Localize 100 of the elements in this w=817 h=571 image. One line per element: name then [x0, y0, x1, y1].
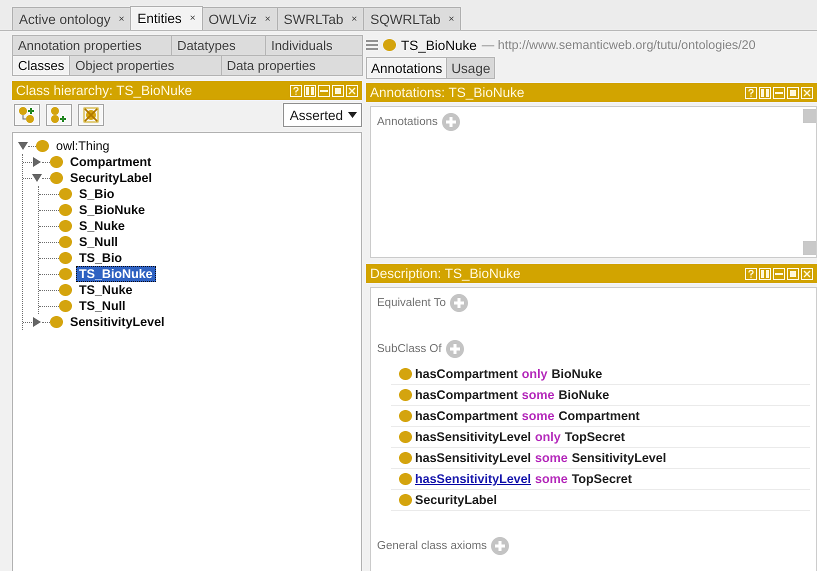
- property-link[interactable]: hasSensitivityLevel: [415, 472, 532, 486]
- class-name: TopSecret: [564, 430, 625, 444]
- add-button[interactable]: [450, 294, 468, 312]
- menu-icon[interactable]: [366, 40, 378, 50]
- add-button[interactable]: [442, 113, 460, 131]
- class-name: SensitivityLevel: [572, 451, 666, 465]
- class-name: SecurityLabel: [415, 493, 497, 507]
- help-icon[interactable]: [745, 268, 757, 280]
- tree-item[interactable]: S_Bio: [76, 186, 118, 202]
- section-label: SubClass Of: [377, 343, 442, 355]
- tab[interactable]: Usage: [446, 57, 496, 79]
- tree-item[interactable]: TS_Bio: [76, 250, 126, 266]
- tab[interactable]: SQWRLTab ×: [363, 7, 462, 30]
- class-icon: [50, 316, 63, 328]
- tab[interactable]: Annotations: [366, 57, 448, 79]
- tree-item[interactable]: TS_Nuke: [76, 282, 136, 298]
- add-button[interactable]: [446, 340, 464, 358]
- expanded-arrow-icon[interactable]: [32, 173, 42, 183]
- split-vertical-icon[interactable]: [759, 268, 771, 280]
- close-icon[interactable]: [346, 84, 358, 96]
- class-icon: [399, 494, 412, 506]
- tree-item[interactable]: S_BioNuke: [76, 202, 148, 218]
- property-name: hasSensitivityLevel: [415, 430, 532, 444]
- tab[interactable]: OWLViz ×: [202, 7, 278, 30]
- collapsed-arrow-icon[interactable]: [32, 317, 42, 327]
- split-horizontal-icon[interactable]: [318, 84, 330, 96]
- class-icon: [50, 172, 63, 184]
- class-name: Compartment: [558, 409, 640, 423]
- property-name: hasCompartment: [415, 388, 518, 402]
- tab[interactable]: Entities ×: [130, 6, 203, 30]
- class-icon: [59, 300, 72, 312]
- maximize-icon[interactable]: [787, 86, 799, 98]
- collapsed-arrow-icon[interactable]: [32, 157, 42, 167]
- class-icon: [59, 204, 72, 216]
- tab[interactable]: Classes: [12, 55, 70, 76]
- tab[interactable]: Annotation properties: [12, 35, 172, 56]
- tree-item[interactable]: SecurityLabel: [67, 170, 155, 186]
- tree-item[interactable]: S_Null: [76, 234, 121, 250]
- class-icon: [59, 284, 72, 296]
- delete-class-button[interactable]: [78, 104, 104, 126]
- tab[interactable]: Datatypes: [171, 35, 266, 56]
- view-mode-dropdown[interactable]: Asserted: [282, 103, 362, 127]
- tree-item[interactable]: Compartment: [67, 154, 154, 170]
- class-name: TopSecret: [572, 472, 632, 486]
- close-icon[interactable]: ×: [448, 14, 454, 24]
- class-icon: [59, 268, 72, 280]
- close-icon[interactable]: ×: [118, 14, 124, 24]
- maximize-icon[interactable]: [787, 268, 799, 280]
- add-button[interactable]: [490, 537, 509, 555]
- panel-title: Class hierarchy: TS_BioNuke: [16, 83, 194, 98]
- class-icon: [59, 236, 72, 248]
- tree-item[interactable]: TS_BioNuke: [76, 266, 156, 282]
- split-vertical-icon[interactable]: [759, 86, 771, 98]
- split-vertical-icon[interactable]: [304, 84, 316, 96]
- panel-title: Annotations: TS_BioNuke: [370, 85, 526, 100]
- maximize-icon[interactable]: [332, 84, 344, 96]
- close-icon[interactable]: ×: [264, 14, 271, 24]
- tree-item[interactable]: S_Nuke: [76, 218, 128, 234]
- add-sibling-button[interactable]: [46, 104, 72, 126]
- class-icon: [59, 252, 72, 264]
- keyword: only: [522, 367, 548, 381]
- keyword: some: [522, 409, 554, 423]
- tree-item[interactable]: SensitivityLevel: [67, 314, 168, 330]
- split-horizontal-icon[interactable]: [773, 86, 785, 98]
- property-name: hasCompartment: [415, 367, 518, 381]
- property-name: hasSensitivityLevel: [415, 451, 532, 465]
- help-icon[interactable]: [745, 86, 757, 98]
- class-icon: [399, 452, 412, 464]
- tab[interactable]: Object properties: [69, 55, 222, 76]
- caret-icon: [348, 112, 357, 118]
- scrollbar[interactable]: [803, 109, 816, 255]
- property-name: hasCompartment: [415, 409, 518, 423]
- add-subclass-button[interactable]: [14, 104, 40, 126]
- tab[interactable]: Data properties: [220, 55, 364, 76]
- class-icon: [383, 39, 396, 51]
- class-icon: [399, 368, 412, 380]
- tree-item[interactable]: owl:Thing: [53, 138, 112, 154]
- tab[interactable]: Active ontology ×: [12, 7, 132, 30]
- keyword: only: [535, 430, 561, 444]
- close-icon[interactable]: [801, 268, 813, 280]
- class-icon: [399, 389, 412, 401]
- class-icon: [36, 140, 49, 152]
- section-label: Equivalent To: [377, 297, 446, 309]
- keyword: some: [522, 388, 554, 402]
- close-icon[interactable]: ×: [190, 13, 196, 24]
- panel-title: Description: TS_BioNuke: [370, 266, 522, 281]
- expanded-arrow-icon[interactable]: [18, 141, 28, 151]
- split-horizontal-icon[interactable]: [773, 268, 785, 280]
- entity-iri: — http://www.semanticweb.org/tutu/ontologies/20: [482, 38, 756, 52]
- class-icon: [59, 188, 72, 200]
- class-icon: [399, 431, 412, 443]
- class-icon: [399, 473, 412, 485]
- tab[interactable]: SWRLTab ×: [276, 7, 364, 30]
- class-icon: [59, 220, 72, 232]
- help-icon[interactable]: [290, 84, 302, 96]
- tab[interactable]: Individuals: [265, 35, 363, 56]
- close-icon[interactable]: ×: [351, 14, 358, 24]
- tree-item[interactable]: TS_Null: [76, 298, 129, 314]
- close-icon[interactable]: [801, 86, 813, 98]
- class-icon: [50, 156, 63, 168]
